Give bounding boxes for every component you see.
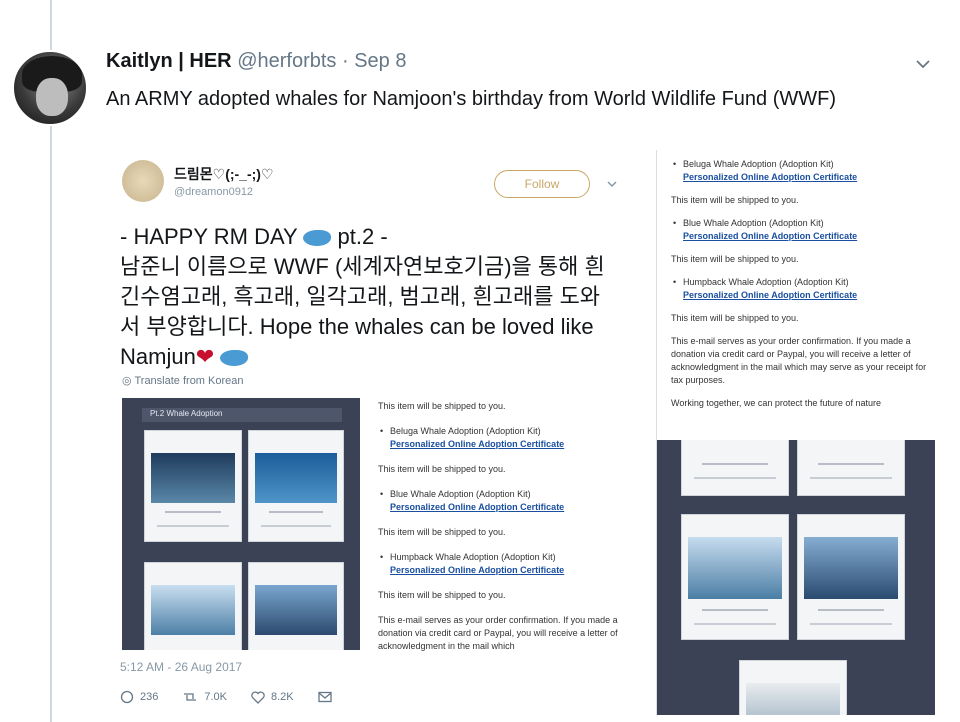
tweet-header: Kaitlyn | HER @herforbts · Sep 8: [106, 50, 406, 73]
shipped-note: This item will be shipped to you.: [378, 527, 506, 537]
shipped-note: This item will be shipped to you.: [671, 313, 799, 323]
certificate-card: [248, 562, 344, 650]
like-action: 8.2K: [251, 690, 294, 704]
embedded-timestamp: 5:12 AM - 26 Aug 2017: [120, 660, 243, 674]
tweet-date[interactable]: Sep 8: [354, 50, 406, 72]
certificate-link: Personalized Online Adoption Certificate: [390, 439, 565, 449]
avatar[interactable]: [12, 50, 88, 126]
tweet-text: An ARMY adopted whales for Namjoon's bir…: [106, 88, 836, 110]
adoption-certificates-screenshot: [657, 440, 935, 715]
retweet-icon: [184, 693, 197, 701]
embedded-author-handle: @dreamon0912: [174, 186, 254, 198]
adoption-item: Beluga Whale Adoption (Adoption Kit): [671, 158, 927, 171]
order-email-screenshot: Beluga Whale Adoption (Adoption Kit) Per…: [656, 150, 935, 715]
certificate-card: [248, 430, 344, 542]
certificate-card: [797, 440, 905, 496]
order-confirmation-text: This item will be shipped to you. Beluga…: [378, 400, 628, 665]
adoption-item: Humpback Whale Adoption (Adoption Kit): [378, 551, 628, 564]
embedded-text-line1: - HAPPY RM DAY: [120, 224, 298, 249]
certificate-card: [681, 514, 789, 640]
whale-photo: [688, 537, 782, 599]
embedded-tweet: 드림몬♡(;-_-;)♡ @dreamon0912 Follow - HAPPY…: [106, 150, 630, 715]
certificate-link: Personalized Online Adoption Certificate: [683, 290, 858, 300]
retweet-count: 7.0K: [204, 691, 227, 703]
adoption-item: Blue Whale Adoption (Adoption Kit): [671, 217, 927, 230]
retweet-action: 7.0K: [182, 691, 227, 703]
whale-photo: [151, 453, 235, 503]
cert-line: [810, 623, 892, 625]
heart-emoji-icon: ❤: [195, 344, 215, 369]
embedded-avatar: [122, 160, 164, 202]
follow-button: Follow: [494, 170, 590, 198]
adoption-item: Beluga Whale Adoption (Adoption Kit): [378, 425, 628, 438]
certificate-card: [144, 562, 242, 650]
adoption-certificates-screenshot: Pt.2 Whale Adoption: [122, 398, 360, 650]
cert-line: [157, 525, 229, 527]
shipped-note: This item will be shipped to you.: [671, 254, 799, 264]
chevron-down-icon: [607, 181, 617, 188]
embedded-text-body: 남준니 이름으로 WWF (세계자연보호기금)을 통해 흰긴수염고래, 흑고래,…: [120, 254, 605, 369]
reply-action: 236: [120, 690, 158, 704]
cert-line: [818, 463, 884, 465]
adoption-item: Blue Whale Adoption (Adoption Kit): [378, 488, 628, 501]
cert-line: [818, 609, 884, 611]
together-note: Working together, we can protect the fut…: [671, 398, 881, 408]
certificate-card: [144, 430, 242, 542]
order-email-text: Beluga Whale Adoption (Adoption Kit) Per…: [671, 158, 927, 420]
cert-line: [810, 477, 892, 479]
cert-line: [694, 477, 776, 479]
whale-emoji-icon: [303, 230, 332, 247]
embedded-actions: 236 7.0K 8.2K: [120, 690, 332, 704]
envelope-icon: [317, 691, 332, 703]
reply-icon: [120, 690, 134, 704]
shipped-note: This item will be shipped to you.: [378, 401, 506, 411]
certificate-link: Personalized Online Adoption Certificate: [683, 231, 858, 241]
adoption-item: Humpback Whale Adoption (Adoption Kit): [671, 276, 927, 289]
message-action: [317, 691, 332, 703]
whale-photo: [804, 537, 898, 599]
whale-photo: [746, 683, 840, 715]
certificate-card: [681, 440, 789, 496]
certificate-link: Personalized Online Adoption Certificate: [683, 172, 858, 182]
cert-line: [702, 463, 768, 465]
whale-photo: [151, 585, 235, 635]
cert-line: [261, 525, 331, 527]
shipped-note: This item will be shipped to you.: [378, 590, 506, 600]
cert-line: [702, 609, 768, 611]
embedded-image[interactable]: 드림몬♡(;-_-;)♡ @dreamon0912 Follow - HAPPY…: [106, 150, 935, 715]
cert-line: [694, 623, 776, 625]
cert-line: [165, 511, 221, 513]
heart-icon: [251, 690, 265, 704]
cert-line: [269, 511, 323, 513]
confirmation-note: This e-mail serves as your order confirm…: [671, 336, 927, 385]
globe-icon: ◎: [122, 375, 132, 387]
embedded-text-line1-suffix: pt.2 -: [337, 224, 388, 249]
grid-title: Pt.2 Whale Adoption: [150, 409, 223, 418]
author-name[interactable]: Kaitlyn | HER: [106, 50, 232, 72]
translate-link: ◎ Translate from Korean: [122, 374, 244, 387]
author-handle[interactable]: @herforbts: [237, 50, 336, 72]
certificate-link: Personalized Online Adoption Certificate: [390, 565, 565, 575]
whale-photo: [255, 585, 337, 635]
confirmation-note: This e-mail serves as your order confirm…: [378, 615, 618, 651]
whale-photo: [255, 453, 337, 503]
certificate-card: [797, 514, 905, 640]
like-count: 8.2K: [271, 691, 294, 703]
certificate-link: Personalized Online Adoption Certificate: [390, 502, 565, 512]
embedded-tweet-text: - HAPPY RM DAY pt.2 - 남준니 이름으로 WWF (세계자연…: [120, 222, 620, 372]
reply-count: 236: [140, 691, 159, 703]
whale-emoji-icon: [220, 350, 249, 367]
certificate-card: [739, 660, 847, 715]
separator-dot: ·: [341, 50, 349, 72]
chevron-down-icon[interactable]: [915, 56, 931, 72]
shipped-note: This item will be shipped to you.: [671, 195, 799, 205]
embedded-author-name: 드림몬♡(;-_-;)♡: [174, 166, 274, 182]
translate-label: Translate from Korean: [134, 375, 244, 387]
shipped-note: This item will be shipped to you.: [378, 464, 506, 474]
avatar-face: [36, 78, 68, 116]
